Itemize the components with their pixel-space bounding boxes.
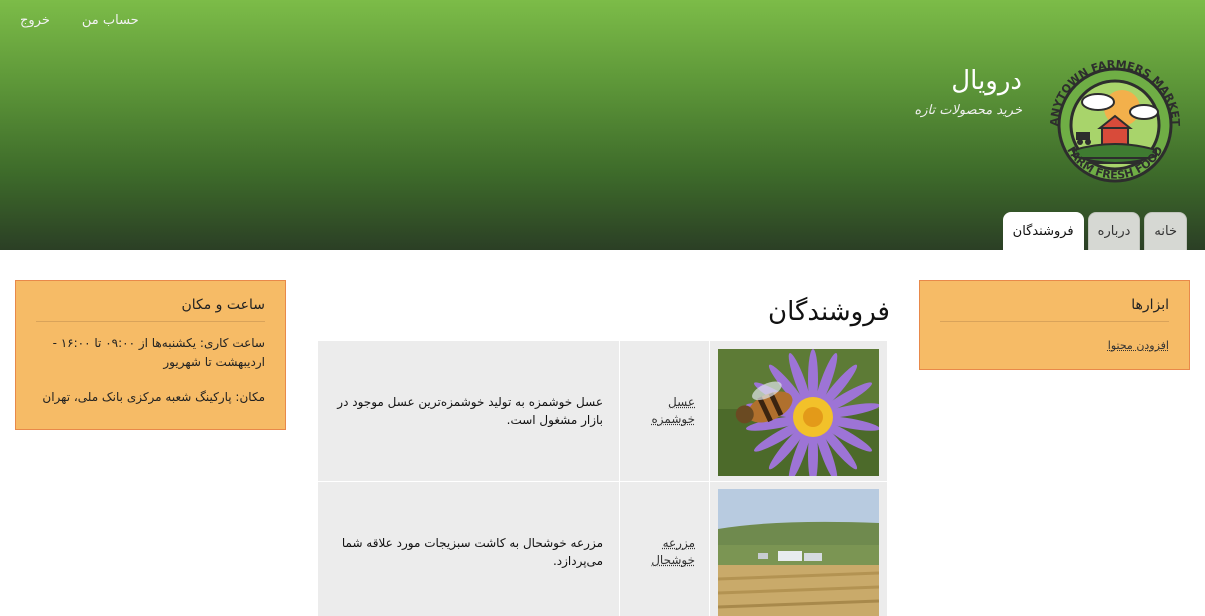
- tools-block: ابزارها افزودن محتوا: [919, 280, 1190, 370]
- site-slogan: خرید محصولات تازه: [914, 103, 1022, 118]
- tools-block-title: ابزارها: [940, 297, 1169, 322]
- farm-landscape-photo: [717, 489, 880, 616]
- vendor-image-bee[interactable]: [718, 348, 880, 485]
- secondary-menu: خروج حساب من: [20, 13, 171, 28]
- vendor-name-link[interactable]: مزرعه خوشحال: [651, 536, 695, 567]
- site-name[interactable]: درویال: [951, 66, 1022, 96]
- hours-location-block: ساعت و مکان ساعت کاری: یکشنبه‌ها از ۰۹:۰…: [15, 280, 286, 430]
- tab-about[interactable]: درباره: [1087, 212, 1141, 250]
- table-row: عسل خوشمزه عسل خوشمزه به تولید خوشمزه‌تر…: [317, 340, 888, 485]
- site-header: خروج حساب من درویال خرید محصولات تازه AN…: [0, 0, 1205, 250]
- vendors-table: عسل خوشمزه عسل خوشمزه به تولید خوشمزه‌تر…: [317, 340, 888, 616]
- tab-vendors[interactable]: فروشندگان: [1002, 212, 1084, 250]
- vendor-image-cell: [709, 340, 888, 485]
- vendor-name-link[interactable]: عسل خوشمزه: [651, 395, 695, 426]
- hours-block-title: ساعت و مکان: [36, 297, 265, 322]
- page-title: فروشندگان: [767, 297, 890, 327]
- vendor-description: مزرعه خوشحال به کاشت سبزیجات مورد علاقه …: [317, 481, 620, 616]
- farmers-market-logo[interactable]: ANYTOWN FARMERS MARKET FARM FRESH FOOD: [1040, 50, 1190, 200]
- bee-on-flower-photo: [718, 348, 880, 485]
- add-content-link[interactable]: افزودن محتوا: [1108, 339, 1169, 352]
- vendor-image-cell: [709, 481, 888, 616]
- vendor-name-cell: مزرعه خوشحال: [619, 481, 710, 616]
- location-text: مکان: پارکینگ شعبه مرکزی بانک ملی، تهران: [42, 390, 265, 404]
- table-row: مزرعه خوشحال مزرعه خوشحال به کاشت سبزیجا…: [317, 481, 888, 616]
- my-account-link[interactable]: حساب من: [82, 13, 139, 28]
- hours-text: ساعت کاری: یکشنبه‌ها از ۰۹:۰۰ تا ۱۶:۰۰ -…: [52, 336, 265, 369]
- vendor-name-cell: عسل خوشمزه: [619, 340, 710, 482]
- vendor-image-farm[interactable]: [717, 489, 880, 616]
- vendor-description: عسل خوشمزه به تولید خوشمزه‌ترین عسل موجو…: [317, 340, 620, 482]
- logout-link[interactable]: خروج: [20, 13, 50, 28]
- tab-home[interactable]: خانه: [1144, 212, 1187, 250]
- main-menu: خانه درباره فروشندگان: [1002, 212, 1187, 250]
